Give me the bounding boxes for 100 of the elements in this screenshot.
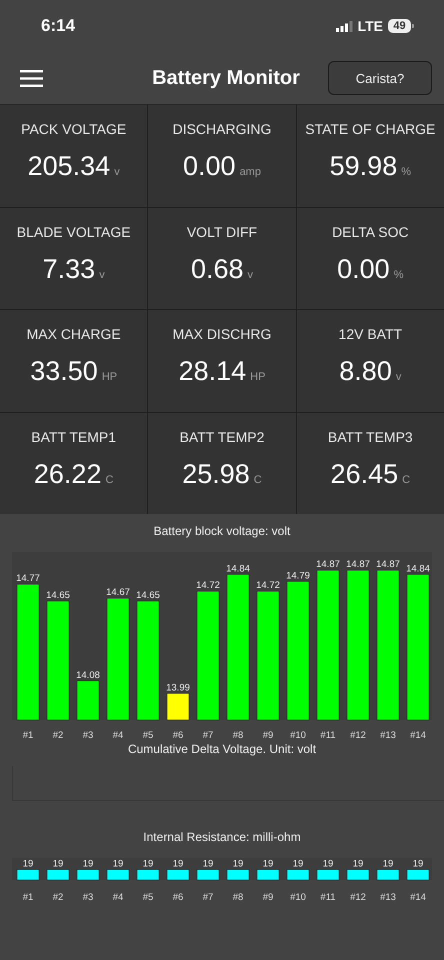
- metric-unit: v: [99, 268, 105, 280]
- bar-value: 19: [412, 858, 424, 870]
- metric-value: 33.50: [30, 356, 98, 387]
- metric-unit: %: [394, 268, 404, 280]
- metric-unit: C: [105, 474, 114, 486]
- metric-unit: v: [114, 166, 120, 178]
- bar-value: 14.87: [346, 559, 370, 570]
- metric-value: 26.22: [34, 458, 102, 490]
- bar-value: 19: [292, 858, 304, 870]
- bar-value: 13.99: [166, 682, 190, 694]
- category-label: #9: [262, 892, 274, 903]
- metric-value: 0.00: [183, 151, 236, 182]
- bar-value: 19: [352, 858, 364, 870]
- chart-title: Battery block voltage: volt: [154, 524, 290, 538]
- bar-value: 14.08: [76, 670, 100, 681]
- category-label: #1: [22, 730, 34, 741]
- metric-label: MAX DISCHRG: [172, 326, 272, 342]
- metric-value: 59.98: [330, 151, 398, 182]
- category-label: #2: [52, 730, 64, 741]
- metric-unit: v: [396, 371, 402, 383]
- metric-unit: C: [254, 474, 262, 486]
- bar-value: 19: [22, 858, 34, 870]
- status-time: 6:14: [41, 16, 76, 36]
- category-label: #3: [82, 730, 94, 741]
- category-label: #4: [112, 730, 124, 741]
- metric-value: 205.34: [28, 151, 110, 182]
- carista-button[interactable]: Carista?: [328, 61, 432, 95]
- category-label: #1: [22, 892, 34, 903]
- metric-label: BATT TEMP3: [328, 428, 413, 444]
- category-label: #13: [380, 892, 396, 903]
- metric-label: STATE OF CHARGE: [305, 121, 436, 137]
- metric-unit: HP: [102, 371, 118, 383]
- category-label: #12: [350, 892, 366, 903]
- category-label: #11: [320, 730, 336, 741]
- bar-value: 19: [262, 858, 274, 870]
- bar-value: 14.65: [136, 590, 160, 601]
- metric-unit: v: [248, 268, 254, 280]
- category-label: #9: [262, 730, 274, 741]
- metric-label: DELTA SOC: [332, 224, 409, 240]
- metric-unit: amp: [240, 166, 261, 178]
- bar-value: 14.79: [286, 570, 310, 582]
- category-label: #13: [380, 730, 396, 741]
- category-label: #11: [320, 892, 336, 903]
- bar-value: 19: [82, 858, 94, 870]
- category-label: #8: [232, 730, 244, 741]
- metric-value: 7.33: [42, 254, 96, 284]
- bar-value: 19: [52, 858, 64, 870]
- signal-icon: [336, 20, 353, 32]
- metric-value: 0.68: [190, 254, 244, 284]
- category-label: #5: [142, 730, 154, 741]
- bar-value: 14.84: [406, 563, 430, 574]
- bar-value: 14.84: [226, 563, 250, 574]
- bar-value: 14.77: [16, 573, 40, 584]
- metric-label: PACK VOLTAGE: [21, 121, 126, 137]
- metric-value: 25.98: [182, 458, 250, 490]
- bar-value: 19: [112, 858, 124, 870]
- bar-value: 19: [142, 858, 154, 870]
- category-label: #7: [202, 892, 214, 903]
- category-label: #12: [350, 730, 366, 741]
- bar-value: 19: [382, 858, 394, 870]
- category-label: #6: [172, 730, 184, 741]
- bar-value: 14.72: [256, 580, 280, 592]
- menu-button[interactable]: [20, 70, 43, 86]
- metric-label: BATT TEMP2: [180, 428, 264, 444]
- bar-value: 14.87: [376, 559, 400, 570]
- category-label: #10: [290, 892, 306, 903]
- category-label: #6: [172, 892, 184, 903]
- metric-value: 8.80: [339, 356, 392, 387]
- metric-value: 0.00: [337, 254, 390, 284]
- metric-value: 26.45: [330, 458, 398, 490]
- bar-value: 14.72: [196, 580, 220, 592]
- bar-value: 14.87: [316, 559, 340, 570]
- menu-icon: [20, 70, 43, 86]
- bar-value: 19: [232, 858, 244, 870]
- category-label: #4: [112, 892, 124, 903]
- chart-title: Cumulative Delta Voltage. Unit: volt: [128, 742, 316, 756]
- bar-value: 14.67: [106, 587, 130, 598]
- category-label: #2: [52, 892, 64, 903]
- metric-label: BATT TEMP1: [31, 428, 116, 444]
- category-label: #8: [232, 892, 244, 903]
- category-label: #3: [82, 892, 94, 903]
- metric-label: BLADE VOLTAGE: [16, 224, 131, 240]
- bar-value: 19: [322, 858, 334, 870]
- metric-label: DISCHARGING: [172, 121, 272, 137]
- category-label: #5: [142, 892, 154, 903]
- metric-label: 12V BATT: [338, 326, 402, 342]
- category-label: #14: [410, 892, 426, 903]
- metric-label: MAX CHARGE: [26, 326, 121, 342]
- page-title: Battery Monitor: [152, 66, 300, 90]
- category-label: #7: [202, 730, 214, 741]
- metric-unit: %: [401, 166, 411, 178]
- bar-value: 19: [202, 858, 214, 870]
- bar-value: 19: [172, 858, 184, 870]
- metric-unit: C: [402, 474, 410, 486]
- network-label: LTE: [358, 18, 383, 34]
- battery-indicator: 49: [388, 19, 414, 33]
- metric-value: 28.14: [178, 356, 246, 387]
- metric-unit: HP: [250, 371, 266, 383]
- chart-title: Internal Resistance: milli-ohm: [143, 830, 301, 844]
- category-label: #14: [410, 730, 426, 741]
